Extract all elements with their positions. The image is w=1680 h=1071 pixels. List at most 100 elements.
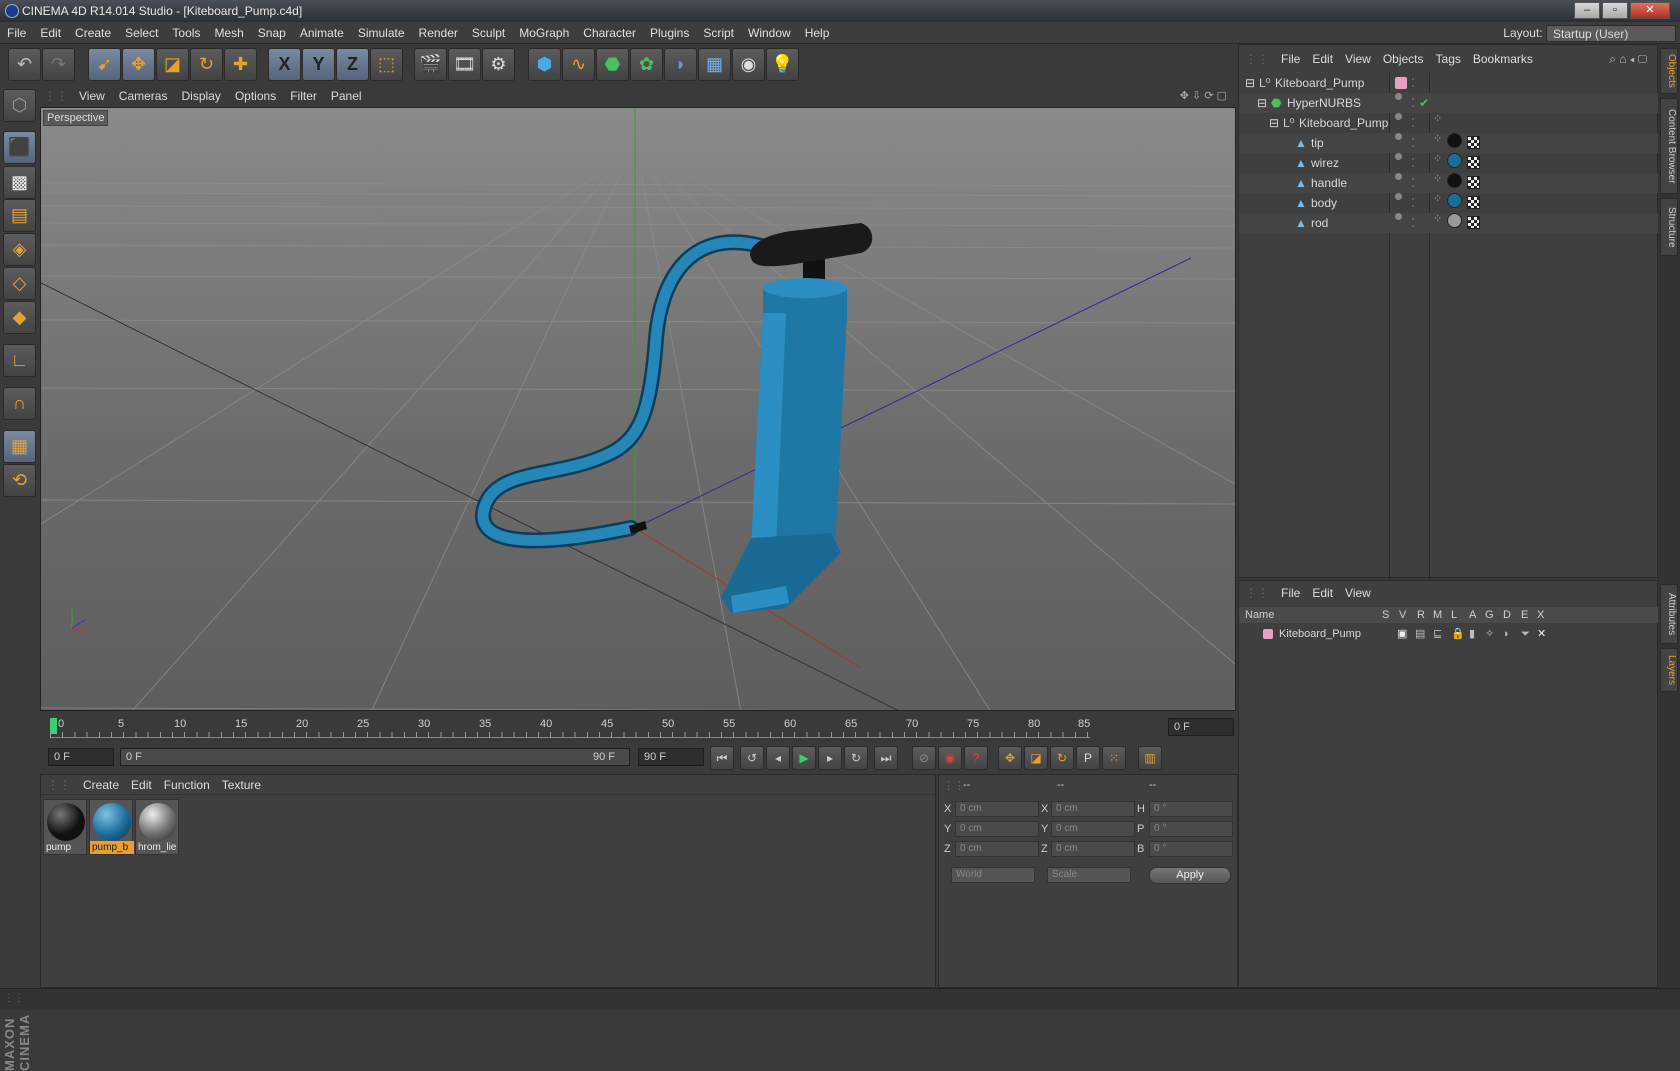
phong-tag-icon[interactable]: ⁘ (1433, 213, 1445, 225)
menu-tools[interactable]: Tools (165, 22, 207, 44)
viewport-nav-icons[interactable]: ✥ ⇩ ⟳ ▢ (1173, 86, 1234, 106)
menu-mesh[interactable]: Mesh (207, 22, 250, 44)
material-swatch[interactable]: hrom_lie (135, 799, 179, 855)
menu-create[interactable]: Create (68, 22, 118, 44)
viewport-menu-display[interactable]: Display (174, 86, 227, 106)
key-param-icon[interactable]: P (1076, 746, 1100, 770)
menu-simulate[interactable]: Simulate (351, 22, 412, 44)
timeline-window-icon[interactable]: ▥ (1138, 746, 1162, 770)
rotate-icon[interactable]: ↻ (190, 48, 223, 81)
render-picture-viewer-icon[interactable]: 🎞 (448, 48, 481, 81)
object-row[interactable]: ⊟ L⁰ Kiteboard_Pump ⁚ ⁘ (1239, 113, 1659, 133)
layer-color-swatch[interactable] (1263, 629, 1273, 639)
minimize-button[interactable]: – (1574, 2, 1600, 19)
object-row[interactable]: ▲ wirez ⁚ ⁘ (1239, 153, 1659, 173)
texture-mode-icon[interactable]: ▩ (3, 166, 36, 199)
uvw-tag-icon[interactable] (1467, 176, 1480, 189)
light-icon[interactable]: 💡 (766, 48, 799, 81)
column-xref[interactable]: X (1537, 607, 1544, 623)
position-y-field[interactable]: 0 cm (955, 821, 1039, 837)
phong-tag-icon[interactable]: ⁘ (1433, 133, 1445, 145)
visibility-dots-icon[interactable]: ⁚ (1411, 213, 1415, 233)
autokey-icon[interactable]: ◉ (938, 746, 962, 770)
snap-magnet-icon[interactable]: ∩ (3, 387, 36, 420)
visibility-dots-icon[interactable]: ⁚ (1411, 193, 1415, 213)
layer-menu-view[interactable]: View (1339, 581, 1377, 605)
column-deformers[interactable]: D (1503, 607, 1511, 623)
menu-animate[interactable]: Animate (293, 22, 351, 44)
material-tag-icon[interactable] (1447, 193, 1462, 208)
menu-mograph[interactable]: MoGraph (512, 22, 576, 44)
object-menu-tags[interactable]: Tags (1430, 45, 1467, 73)
scale-icon[interactable]: ◪ (156, 48, 189, 81)
editor-visibility-dot[interactable] (1395, 173, 1402, 180)
timeline-ruler[interactable]: 0 5 10 15 20 25 30 35 40 45 50 55 60 65 … (40, 712, 1238, 742)
material-menu-function[interactable]: Function (158, 775, 216, 795)
tab-layers[interactable]: Layers (1660, 648, 1678, 692)
prev-key-icon[interactable]: ↺ (740, 746, 764, 770)
view-toggle-icon[interactable]: ▣ (1397, 625, 1407, 643)
menu-render[interactable]: Render (412, 22, 465, 44)
array-icon[interactable]: ✿ (630, 48, 663, 81)
uvw-tag-icon[interactable] (1467, 216, 1480, 229)
polygons-mode-icon[interactable]: ◆ (3, 301, 36, 334)
object-row[interactable]: ▲ rod ⁚ ⁘ (1239, 213, 1659, 233)
menu-help[interactable]: Help (798, 22, 837, 44)
move-icon[interactable]: ✥ (122, 48, 155, 81)
key-scale-icon[interactable]: ◪ (1024, 746, 1048, 770)
menu-character[interactable]: Character (576, 22, 643, 44)
camera-icon[interactable]: ◉ (732, 48, 765, 81)
editor-visibility-dot[interactable] (1395, 113, 1402, 120)
enabled-check-icon[interactable]: ✔ (1419, 93, 1429, 113)
collapse-icon[interactable]: ⊟ (1269, 113, 1279, 133)
redo-icon[interactable]: ↷ (42, 48, 75, 81)
menu-window[interactable]: Window (741, 22, 798, 44)
material-tag-icon[interactable] (1447, 173, 1462, 188)
record-keys-icon[interactable]: ⊘ (912, 746, 936, 770)
nurbs-icon[interactable]: ⬣ (596, 48, 629, 81)
viewport-menu-panel[interactable]: Panel (324, 86, 369, 106)
viewport-menu-view[interactable]: View (72, 86, 112, 106)
editor-visibility-dot[interactable] (1395, 93, 1402, 100)
close-button[interactable]: ✕ (1630, 2, 1670, 19)
add-icon[interactable]: ✚ (224, 48, 257, 81)
material-menu-create[interactable]: Create (77, 775, 125, 795)
editor-visibility-dot[interactable] (1395, 193, 1402, 200)
visibility-dots-icon[interactable]: ⁚ (1411, 133, 1415, 153)
x-axis-icon[interactable]: X (268, 48, 301, 81)
visibility-dots-icon[interactable]: ⁚ (1411, 153, 1415, 173)
menu-edit[interactable]: Edit (33, 22, 68, 44)
expression-toggle-icon[interactable]: ⏷ (1521, 625, 1530, 643)
size-z-field[interactable]: 0 cm (1051, 841, 1135, 857)
column-animation[interactable]: A (1469, 607, 1476, 623)
layer-row[interactable]: Kiteboard_Pump ▣ ▤ ⊑ 🔒 ▮ ✧ ◗ ⏷ ✕ (1239, 625, 1659, 643)
object-row[interactable]: ▲ handle ⁚ ⁘ (1239, 173, 1659, 193)
column-view[interactable]: V (1399, 607, 1406, 623)
edges-mode-icon[interactable]: ◇ (3, 267, 36, 300)
floor-icon[interactable]: ▦ (698, 48, 731, 81)
end-frame-field[interactable]: 90 F (638, 748, 704, 766)
current-frame-field[interactable]: 0 F (1168, 718, 1234, 736)
object-menu-file[interactable]: File (1275, 45, 1306, 73)
rotation-h-field[interactable]: 0 ° (1149, 801, 1233, 817)
material-tag-icon[interactable] (1447, 153, 1462, 168)
collapse-icon[interactable]: ⊟ (1245, 73, 1255, 93)
menu-sculpt[interactable]: Sculpt (465, 22, 512, 44)
menu-select[interactable]: Select (118, 22, 165, 44)
position-z-field[interactable]: 0 cm (955, 841, 1039, 857)
tab-attributes[interactable]: Attributes (1660, 584, 1678, 644)
layout-dropdown[interactable]: Startup (User) (1546, 25, 1676, 43)
next-frame-icon[interactable]: ▸ (818, 746, 842, 770)
animation-toggle-icon[interactable]: ▮ (1469, 625, 1475, 643)
object-menu-view[interactable]: View (1339, 45, 1377, 73)
tab-objects[interactable]: Objects (1660, 48, 1678, 94)
render-toggle-icon[interactable]: ▤ (1415, 625, 1425, 643)
menu-plugins[interactable]: Plugins (643, 22, 696, 44)
uvw-tag-icon[interactable] (1467, 156, 1480, 169)
material-menu-texture[interactable]: Texture (216, 775, 267, 795)
object-search-icons[interactable]: ⌕ ⌂ ◂ ▢ (1603, 45, 1653, 73)
object-row[interactable]: ⊟ ⬣ HyperNURBS ⁚ ✔ (1239, 93, 1659, 113)
object-menu-bookmarks[interactable]: Bookmarks (1467, 45, 1539, 73)
cube-icon[interactable]: ⬢ (528, 48, 561, 81)
coordinate-system-icon[interactable]: ⬚ (370, 48, 403, 81)
